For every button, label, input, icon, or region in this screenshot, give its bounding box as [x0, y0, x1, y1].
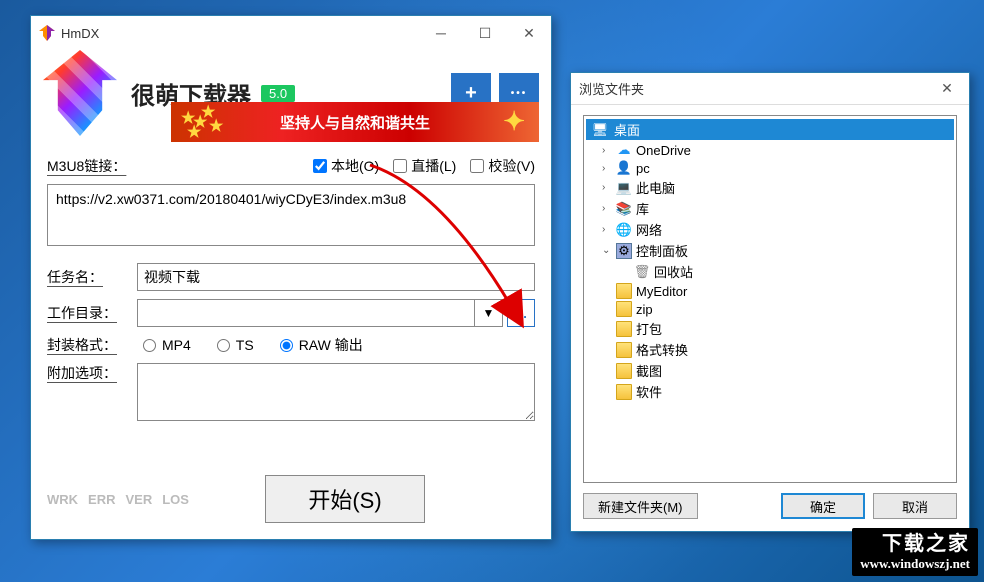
mon-icon: 💻 — [616, 180, 632, 196]
titlebar: HmDX ─ ☐ ✕ — [31, 16, 551, 50]
extra-label: 附加选项： — [47, 363, 137, 383]
url-input[interactable] — [47, 184, 535, 246]
pc-icon: 👤 — [616, 160, 632, 176]
folder-icon — [616, 283, 632, 299]
extra-input[interactable] — [137, 363, 535, 421]
tree-item-label: MyEditor — [636, 284, 687, 299]
start-button[interactable]: 开始(S) — [265, 475, 425, 523]
format-mp4-radio[interactable]: MP4 — [143, 335, 191, 355]
tree-item[interactable]: › 💻此电脑 — [602, 177, 956, 198]
format-ts-radio[interactable]: TS — [217, 335, 254, 355]
tree-item[interactable]: › ☁ OneDrive — [602, 141, 956, 159]
window-title: HmDX — [61, 26, 99, 41]
tree-item-label: 控制面板 — [636, 241, 688, 260]
format-raw-radio[interactable]: RAW 输出 — [280, 335, 363, 355]
folder-icon — [616, 342, 632, 358]
tree-item-label: 软件 — [636, 382, 662, 401]
cloud-icon: ☁ — [616, 142, 632, 158]
tree-item[interactable]: 🗑回收站 — [602, 261, 956, 282]
rec-icon: 🗑 — [634, 264, 650, 280]
tree-root-desktop[interactable]: 🖥 桌面 — [586, 119, 954, 140]
stat-wrk: WRK — [47, 492, 78, 507]
expand-icon[interactable]: › — [602, 182, 612, 193]
version-badge: 5.0 — [261, 85, 295, 102]
tree-item-label: 打包 — [636, 319, 662, 338]
tree-item[interactable]: MyEditor — [602, 282, 956, 300]
app-icon — [39, 25, 55, 41]
workdir-input[interactable] — [137, 299, 475, 327]
stat-los: LOS — [162, 492, 189, 507]
folder-icon — [616, 321, 632, 337]
local-checkbox[interactable]: 本地(O) — [313, 156, 379, 176]
ok-button[interactable]: 确定 — [781, 493, 865, 519]
tree-item-label: 此电脑 — [636, 178, 675, 197]
watermark: 下载之家 www.windowszj.net — [852, 528, 978, 576]
format-label: 封装格式： — [47, 335, 137, 355]
tree-item-label: pc — [636, 161, 650, 176]
tree-item[interactable]: 截图 — [602, 360, 956, 381]
browse-folder-dialog: 浏览文件夹 ✕ 🖥 桌面 ›☁OneDrive›👤pc›💻此电脑›📚库›🌐网络⌄… — [570, 72, 970, 532]
folder-icon — [616, 384, 632, 400]
workdir-browse-button[interactable]: ... — [507, 299, 535, 327]
dialog-close-button[interactable]: ✕ — [925, 72, 969, 106]
expand-icon[interactable]: › — [602, 224, 612, 235]
expand-icon[interactable]: › — [602, 203, 612, 214]
new-folder-button[interactable]: 新建文件夹(M) — [583, 493, 698, 519]
workdir-label: 工作目录： — [47, 303, 137, 323]
stat-err: ERR — [88, 492, 115, 507]
tree-item[interactable]: 软件 — [602, 381, 956, 402]
verify-checkbox[interactable]: 校验(V) — [470, 156, 535, 176]
stats-bar: WRK ERR VER LOS — [47, 492, 189, 507]
tree-item-label: 库 — [636, 199, 649, 218]
tree-item-label: zip — [636, 302, 653, 317]
workdir-dropdown-button[interactable]: ▼ — [475, 299, 503, 327]
tree-item[interactable]: 格式转换 — [602, 339, 956, 360]
tree-item[interactable]: 打包 — [602, 318, 956, 339]
taskname-input[interactable] — [137, 263, 535, 291]
expand-icon[interactable]: › — [602, 145, 612, 156]
desktop-icon: 🖥 — [592, 122, 608, 138]
close-button[interactable]: ✕ — [507, 16, 551, 50]
tree-item-label: 回收站 — [654, 262, 693, 281]
folder-tree[interactable]: 🖥 桌面 ›☁OneDrive›👤pc›💻此电脑›📚库›🌐网络⌄⚙控制面板🗑回收… — [583, 115, 957, 483]
taskname-label: 任务名： — [47, 267, 137, 287]
expand-icon[interactable]: › — [602, 163, 612, 174]
tree-item[interactable]: ⌄ ⚙控制面板 — [602, 240, 956, 261]
tree-item-label: 网络 — [636, 220, 662, 239]
folder-icon — [616, 301, 632, 317]
m3u8-label: M3U8链接： — [47, 156, 137, 176]
tree-item-label: 截图 — [636, 361, 662, 380]
tree-item-label: OneDrive — [636, 143, 691, 158]
live-checkbox[interactable]: 直播(L) — [393, 156, 456, 176]
maximize-button[interactable]: ☐ — [463, 16, 507, 50]
tree-item[interactable]: › 🌐网络 — [602, 219, 956, 240]
tree-item[interactable]: › 👤 pc — [602, 159, 956, 177]
minimize-button[interactable]: ─ — [419, 16, 463, 50]
dialog-title: 浏览文件夹 — [579, 79, 644, 98]
hmdx-app-window: HmDX ─ ☐ ✕ 很萌下载器 5.0 + ••• 坚持人与自然和谐共生 M3… — [30, 15, 552, 540]
tree-item-label: 格式转换 — [636, 340, 688, 359]
cp-icon: ⚙ — [616, 243, 632, 259]
tree-item[interactable]: zip — [602, 300, 956, 318]
net-icon: 🌐 — [616, 222, 632, 238]
stat-ver: VER — [126, 492, 153, 507]
tree-item[interactable]: › 📚库 — [602, 198, 956, 219]
cancel-button[interactable]: 取消 — [873, 493, 957, 519]
expand-icon[interactable]: ⌄ — [602, 245, 612, 256]
banner: 坚持人与自然和谐共生 — [171, 102, 539, 142]
lib-icon: 📚 — [616, 201, 632, 217]
folder-icon — [616, 363, 632, 379]
app-logo-icon — [43, 50, 117, 136]
